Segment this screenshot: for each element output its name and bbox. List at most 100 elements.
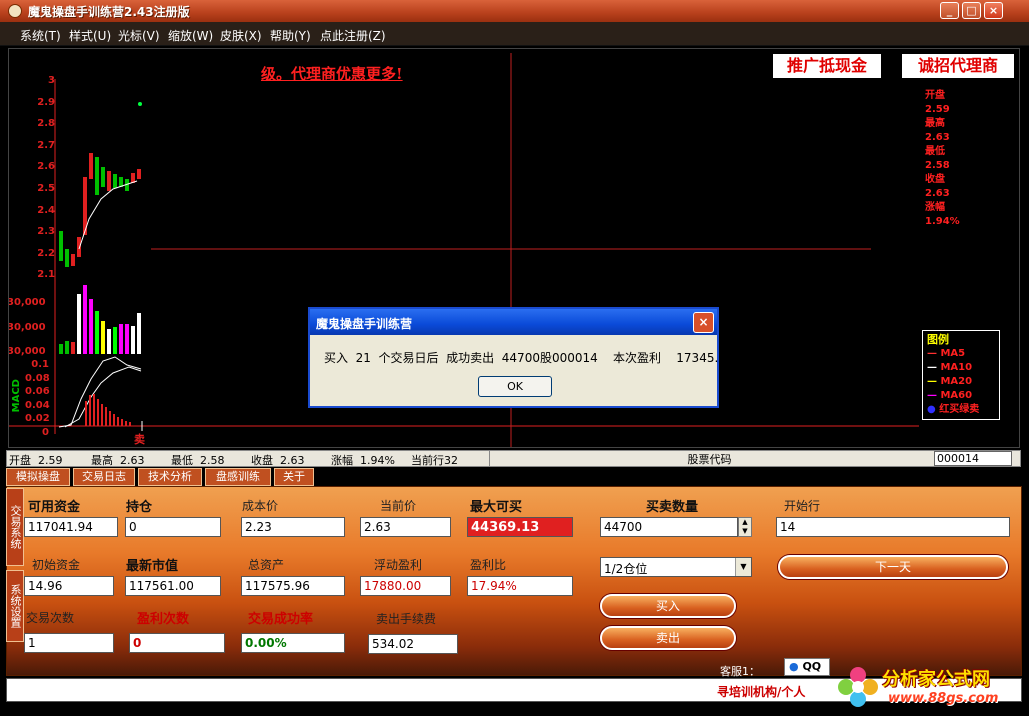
success-rate-field[interactable]: 0.00% bbox=[241, 633, 345, 653]
position-size-value: 1/2仓位 bbox=[604, 562, 648, 576]
info-close-label: 收盘 bbox=[925, 174, 945, 185]
buy-button[interactable]: 买入 bbox=[600, 594, 736, 618]
stock-code-label: 股票代码 bbox=[489, 451, 929, 466]
status-low: 最低 2.58 bbox=[171, 454, 225, 467]
window-title: 魔鬼操盘手训练营2.43注册版 bbox=[28, 5, 190, 19]
menu-cursor[interactable]: 光标(V) bbox=[118, 27, 160, 44]
position-label: 持仓 bbox=[126, 500, 153, 515]
price-tick: 2.9 bbox=[37, 96, 55, 108]
side-tab-system-settings[interactable]: 系统设置 bbox=[6, 570, 24, 642]
qq-icon: ● bbox=[789, 660, 799, 673]
macd-tick: 0 bbox=[42, 426, 49, 438]
floating-pl-field[interactable]: 17880.00 bbox=[360, 576, 451, 596]
tab-simulated-trading[interactable]: 模拟操盘 bbox=[6, 468, 70, 486]
trade-qty-field[interactable]: 44700 bbox=[600, 517, 738, 537]
volume-tick: 30,000 bbox=[8, 346, 46, 357]
sell-fee-field[interactable]: 534.02 bbox=[368, 634, 458, 654]
info-low-value: 2.58 bbox=[925, 160, 950, 171]
current-price-field[interactable]: 2.63 bbox=[360, 517, 451, 537]
info-high-label: 最高 bbox=[925, 118, 945, 129]
pl-ratio-field[interactable]: 17.94% bbox=[467, 576, 573, 596]
title-bar[interactable]: 魔鬼操盘手训练营2.43注册版 _ □ × bbox=[0, 0, 1029, 22]
status-change: 涨幅 1.94% bbox=[331, 454, 395, 467]
chevron-down-icon[interactable]: ▼ bbox=[735, 558, 751, 576]
max-buy-field[interactable]: 44369.13 bbox=[467, 517, 573, 537]
macd-tick: 0.1 bbox=[31, 359, 49, 370]
status-high: 最高 2.63 bbox=[91, 454, 145, 467]
sell-button[interactable]: 卖出 bbox=[600, 626, 736, 650]
position-field[interactable]: 0 bbox=[125, 517, 221, 537]
info-change-value: 1.94% bbox=[925, 216, 960, 227]
info-open-value: 2.59 bbox=[925, 104, 950, 115]
tab-market-feel[interactable]: 盘感训练 bbox=[205, 468, 271, 486]
current-price-label: 当前价 bbox=[380, 499, 417, 513]
candle-info: 开盘 2.59 最高 2.63 最低 2.58 收盘 2.63 涨幅 1.94% bbox=[925, 89, 960, 229]
info-low-label: 最低 bbox=[925, 146, 945, 157]
info-close-value: 2.63 bbox=[925, 188, 950, 199]
watermark: 分析家公式网 www.88gs.com bbox=[838, 663, 1026, 713]
macd-tick: 0.02 bbox=[25, 413, 50, 424]
menu-style[interactable]: 样式(U) bbox=[69, 27, 111, 44]
info-open-label: 开盘 bbox=[925, 90, 945, 101]
tab-about[interactable]: 关于 bbox=[274, 468, 314, 486]
menu-system[interactable]: 系统(T) bbox=[20, 27, 61, 44]
info-change-label: 涨幅 bbox=[925, 202, 945, 213]
price-tick: 3 bbox=[48, 75, 55, 86]
legend-item: — MA60 bbox=[927, 390, 973, 401]
macd-tick: 0.06 bbox=[25, 386, 50, 397]
volume-tick: 30,000 bbox=[8, 297, 46, 308]
menu-register[interactable]: 点此注册(Z) bbox=[320, 27, 386, 44]
pl-ratio-label: 盈利比 bbox=[470, 558, 507, 572]
status-open: 开盘 2.59 bbox=[9, 454, 63, 467]
promo-cash-button[interactable]: 推广抵现金 bbox=[773, 54, 881, 78]
trade-count-field[interactable]: 1 bbox=[24, 633, 114, 653]
price-tick: 2.1 bbox=[37, 269, 55, 281]
price-tick: 2.5 bbox=[37, 182, 55, 194]
initial-funds-field[interactable]: 14.96 bbox=[24, 576, 114, 596]
maximize-button[interactable]: □ bbox=[962, 2, 981, 19]
market-value-field[interactable]: 117561.00 bbox=[125, 576, 221, 596]
close-button[interactable]: × bbox=[984, 2, 1003, 19]
qty-stepper[interactable]: ▲ ▼ bbox=[738, 517, 752, 537]
next-day-button[interactable]: 下一天 bbox=[778, 555, 1008, 579]
minimize-button[interactable]: _ bbox=[940, 2, 959, 19]
price-tick: 2.8 bbox=[37, 118, 55, 130]
volume-tick: 30,000 bbox=[8, 322, 46, 333]
start-row-field[interactable]: 14 bbox=[776, 517, 1010, 537]
menu-skin[interactable]: 皮肤(X) bbox=[220, 27, 262, 44]
stock-code-input[interactable]: 000014 bbox=[934, 451, 1012, 466]
menu-help[interactable]: 帮助(Y) bbox=[270, 27, 311, 44]
position-size-select[interactable]: 1/2仓位 ▼ bbox=[600, 557, 752, 577]
macd-axis: 0.1 0.08 0.06 0.04 0.02 0 bbox=[25, 359, 50, 440]
trade-count-label: 交易次数 bbox=[26, 611, 75, 625]
tab-technical-analysis[interactable]: 技术分析 bbox=[138, 468, 202, 486]
market-value-label: 最新市值 bbox=[126, 559, 179, 574]
dialog-close-button[interactable]: × bbox=[693, 312, 714, 333]
price-tick: 2.2 bbox=[37, 247, 55, 259]
trade-result-dialog: 魔鬼操盘手训练营 × 买入 21 个交易日后 成功卖出 44700股000014… bbox=[308, 307, 746, 408]
dialog-ok-button[interactable]: OK bbox=[478, 376, 552, 397]
available-funds-field[interactable]: 117041.94 bbox=[24, 517, 118, 537]
watermark-url: www.88gs.com bbox=[888, 691, 999, 706]
floating-pl-label: 浮动盈利 bbox=[374, 558, 423, 572]
app-icon bbox=[8, 4, 22, 18]
legend-title: 图例 bbox=[927, 333, 949, 346]
promo-banner[interactable]: 级。代理商优惠更多! bbox=[261, 63, 403, 84]
total-assets-field[interactable]: 117575.96 bbox=[241, 576, 345, 596]
quote-status-bar: 开盘 2.59 最高 2.63 最低 2.58 收盘 2.63 涨幅 1.94%… bbox=[6, 450, 1021, 467]
tab-trade-log[interactable]: 交易日志 bbox=[73, 468, 135, 486]
recruit-agent-button[interactable]: 诚招代理商 bbox=[902, 54, 1014, 78]
qq-label: QQ bbox=[802, 660, 822, 673]
cost-price-label: 成本价 bbox=[242, 499, 279, 513]
status-row: 当前行32 bbox=[411, 454, 458, 467]
side-tab-trading-system[interactable]: 交易系统 bbox=[6, 488, 24, 566]
cost-price-field[interactable]: 2.23 bbox=[241, 517, 345, 537]
price-tick: 2.6 bbox=[37, 161, 55, 173]
qq-button[interactable]: ● QQ bbox=[784, 658, 830, 676]
menu-zoom[interactable]: 缩放(W) bbox=[168, 27, 213, 44]
initial-funds-label: 初始资金 bbox=[32, 558, 81, 572]
legend-item: ● 红买绿卖 bbox=[927, 404, 980, 415]
chart-legend: 图例 — MA5 — MA10 — MA20 — MA60 ● 红买绿卖 bbox=[922, 330, 1000, 420]
price-tick: 2.4 bbox=[37, 204, 55, 216]
profit-count-field[interactable]: 0 bbox=[129, 633, 225, 653]
